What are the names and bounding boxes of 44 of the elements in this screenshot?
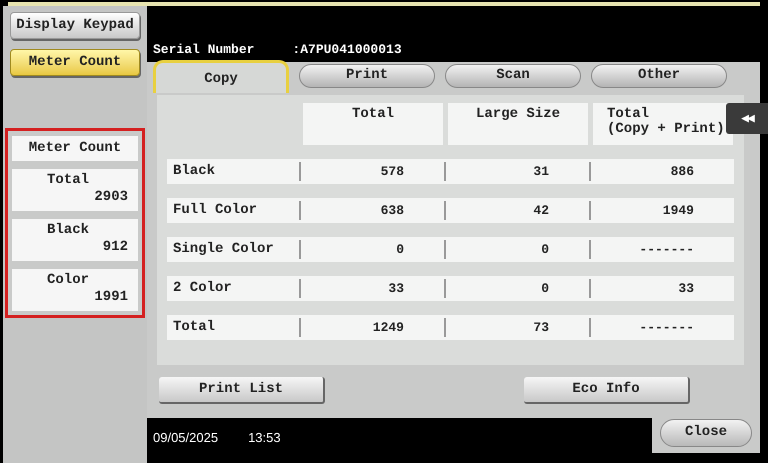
table-cell: 886: [589, 162, 734, 180]
table-cell: 33: [589, 278, 734, 298]
table-cell: -------: [589, 318, 734, 336]
table-cell: 0: [299, 240, 444, 258]
tab[interactable]: Copy: [153, 60, 289, 92]
date-text: 09/05/2025: [153, 428, 218, 446]
meter-value: 1991: [94, 289, 128, 306]
column-header: Large Size: [448, 102, 588, 144]
table-cell: 578: [299, 162, 444, 180]
serial-label: Serial Number: [153, 41, 254, 59]
column-header: Total: [303, 102, 443, 144]
column-header: Total (Copy + Print): [593, 102, 733, 144]
row-label: Total: [172, 318, 216, 336]
serial-number: :A7PU041000013: [292, 41, 402, 59]
action-button[interactable]: Eco Info: [524, 376, 690, 404]
row-label: 2 Color: [172, 278, 233, 298]
meter-label: Black: [46, 222, 90, 239]
sidebar-button[interactable]: Meter Count: [10, 49, 140, 76]
row-label: Single Color: [172, 240, 275, 258]
meter-label: Total: [46, 172, 90, 189]
row-label: Black: [172, 162, 216, 180]
collapse-button[interactable]: ◀◀: [726, 103, 768, 134]
panel-title: Meter Count: [12, 136, 138, 161]
tab[interactable]: Print: [299, 64, 435, 88]
tab[interactable]: Scan: [445, 64, 581, 88]
tab[interactable]: Other: [591, 64, 727, 88]
sidebar-button[interactable]: Display Keypad: [10, 12, 140, 39]
table-cell: 0: [444, 278, 589, 298]
close-button[interactable]: Close: [660, 418, 752, 446]
table-cell: 0: [444, 240, 589, 258]
time-text: 13:53: [248, 428, 281, 446]
table-cell: -------: [589, 240, 734, 258]
table-cell: 42: [444, 200, 589, 220]
table-cell: 31: [444, 162, 589, 180]
meter-label: Color: [46, 272, 90, 289]
table-cell: 1949: [589, 200, 734, 220]
table-cell: 73: [444, 318, 589, 336]
table-cell: 33: [299, 278, 444, 298]
row-label: Full Color: [172, 200, 258, 220]
table-cell: 1249: [299, 318, 444, 336]
meter-value: 2903: [94, 189, 128, 206]
action-button[interactable]: Print List: [159, 376, 325, 404]
table-cell: 638: [299, 200, 444, 220]
meter-value: 912: [102, 239, 128, 256]
